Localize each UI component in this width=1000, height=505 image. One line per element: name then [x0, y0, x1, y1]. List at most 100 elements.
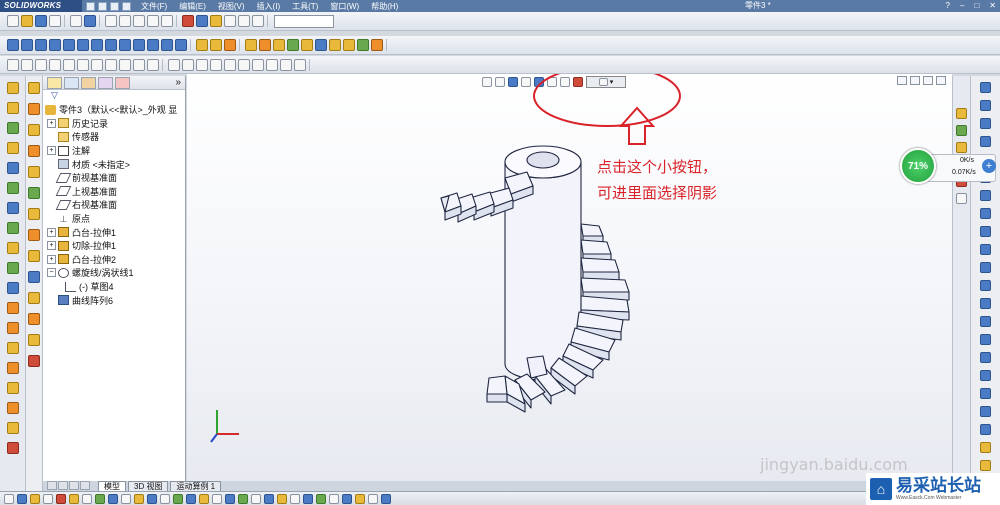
display-relations-icon[interactable] [252, 58, 264, 71]
loft-icon[interactable] [49, 39, 61, 51]
minimize-icon[interactable]: – [960, 1, 964, 10]
left-tool-icon[interactable] [6, 142, 19, 154]
status-tool-icon[interactable] [212, 493, 222, 504]
mirror-icon[interactable] [175, 39, 187, 51]
shell-icon[interactable] [119, 39, 131, 51]
mini-tool-icon[interactable] [110, 1, 119, 11]
menu-file[interactable]: 文件(F) [141, 1, 167, 12]
maximize-icon[interactable]: □ [974, 1, 979, 10]
centerline-icon[interactable] [133, 58, 145, 71]
left2-tool-icon[interactable] [28, 124, 40, 136]
tree-item-front-plane[interactable]: 前视基准面 [43, 171, 185, 185]
line-icon-2[interactable] [35, 58, 47, 71]
appearance-icon[interactable] [182, 15, 194, 27]
repair-sketch-icon[interactable] [266, 58, 278, 71]
status-tool-icon[interactable] [173, 493, 183, 504]
dimxpert-tab[interactable] [98, 76, 113, 89]
tree-item-boss-extrude2[interactable]: + 凸台-拉伸2 [43, 253, 185, 267]
left-tool-icon[interactable] [6, 182, 19, 194]
left-tool-icon[interactable] [6, 342, 19, 354]
expand-panel-icon[interactable]: » [175, 77, 181, 88]
draft-icon[interactable] [133, 39, 145, 51]
status-tool-icon[interactable] [82, 493, 92, 504]
left2-tool-icon[interactable] [28, 82, 40, 94]
status-tool-icon[interactable] [225, 493, 235, 504]
plane-tool-icon[interactable] [273, 39, 285, 51]
left2-tool-icon[interactable] [28, 355, 40, 367]
tree-item-material[interactable]: 材质 <未指定> [43, 157, 185, 171]
sweep-icon[interactable] [35, 39, 47, 51]
extend-icon[interactable] [182, 58, 194, 71]
move-icon[interactable] [238, 58, 250, 71]
rebuild-icon[interactable] [84, 15, 96, 27]
last-tab-icon[interactable] [80, 481, 90, 490]
left-tool-icon[interactable] [6, 242, 19, 254]
sketch-icon-tool[interactable] [245, 39, 257, 51]
left-tool-icon[interactable] [6, 322, 19, 334]
right-tool-icon[interactable] [980, 460, 991, 471]
tab-model[interactable]: 模型 [98, 481, 126, 491]
tree-root[interactable]: 零件3（默认<<默认>_外观 显 [43, 103, 185, 117]
slot-icon[interactable] [105, 58, 117, 71]
left-tool-icon[interactable] [6, 122, 19, 134]
evaluate-icon[interactable] [357, 39, 369, 51]
right-tool-icon[interactable] [980, 406, 991, 417]
select-icon[interactable] [70, 15, 82, 27]
fillet-icon[interactable] [77, 39, 89, 51]
collapse-icon[interactable]: − [47, 268, 56, 278]
right-tool-icon[interactable] [980, 442, 991, 453]
point-tool-icon[interactable] [301, 39, 313, 51]
configurationmanager-tab[interactable] [81, 76, 96, 89]
view-orientation-icon[interactable] [196, 15, 208, 27]
status-tool-icon[interactable] [381, 493, 391, 504]
design-library-icon[interactable] [956, 125, 967, 136]
right-tool-icon[interactable] [980, 370, 991, 381]
right-tool-icon[interactable] [980, 82, 991, 93]
status-tool-icon[interactable] [17, 493, 27, 504]
menu-view[interactable]: 视图(V) [218, 1, 245, 12]
right-tool-icon[interactable] [980, 100, 991, 111]
tree-item-helix[interactable]: − 螺旋线/涡状线1 [43, 266, 185, 280]
section-view-icon[interactable] [238, 15, 250, 27]
left2-tool-icon[interactable] [28, 166, 40, 178]
status-tool-icon[interactable] [251, 493, 261, 504]
tree-item-boss-extrude1[interactable]: + 凸台-拉伸1 [43, 225, 185, 239]
photoview-icon[interactable] [371, 39, 383, 51]
expand-icon[interactable]: + [47, 241, 56, 251]
right-tool-icon[interactable] [980, 262, 991, 273]
right-tool-icon[interactable] [980, 226, 991, 237]
left-tool-icon[interactable] [6, 282, 19, 294]
menu-insert[interactable]: 插入(I) [257, 1, 281, 12]
weldment-icon[interactable] [343, 39, 355, 51]
sketch-icon-2[interactable] [7, 58, 19, 71]
status-tool-icon[interactable] [316, 493, 326, 504]
status-tool-icon[interactable] [277, 493, 287, 504]
rib-icon[interactable] [105, 39, 117, 51]
mate-icon[interactable] [329, 39, 341, 51]
left-tool-icon[interactable] [6, 162, 19, 174]
menu-edit[interactable]: 编辑(E) [179, 1, 206, 12]
left2-tool-icon[interactable] [28, 208, 40, 220]
status-tool-icon[interactable] [30, 493, 40, 504]
left2-tool-icon[interactable] [28, 313, 40, 325]
print-icon[interactable] [49, 15, 61, 27]
status-tool-icon[interactable] [43, 493, 53, 504]
menu-help[interactable]: 帮助(H) [371, 1, 398, 12]
tree-item-sketch4[interactable]: (-) 草图4 [43, 280, 185, 294]
smart-dimension-icon[interactable] [119, 15, 131, 27]
left-tool-icon[interactable] [6, 262, 19, 274]
right-tool-icon[interactable] [980, 136, 991, 147]
extrude-cut-tool-icon[interactable] [63, 39, 75, 51]
left2-tool-icon[interactable] [28, 103, 40, 115]
ellipse-icon[interactable] [77, 58, 89, 71]
revolve-icon[interactable] [21, 39, 33, 51]
trim-icon[interactable] [168, 58, 180, 71]
status-tool-icon[interactable] [290, 493, 300, 504]
smart-icon[interactable] [259, 39, 271, 51]
right-tool-icon[interactable] [980, 334, 991, 345]
prev-tab-icon[interactable] [58, 481, 68, 490]
status-tool-icon[interactable] [199, 493, 209, 504]
status-tool-icon[interactable] [95, 493, 105, 504]
chamfer-icon[interactable] [91, 39, 103, 51]
quick-snaps-icon[interactable] [280, 58, 292, 71]
